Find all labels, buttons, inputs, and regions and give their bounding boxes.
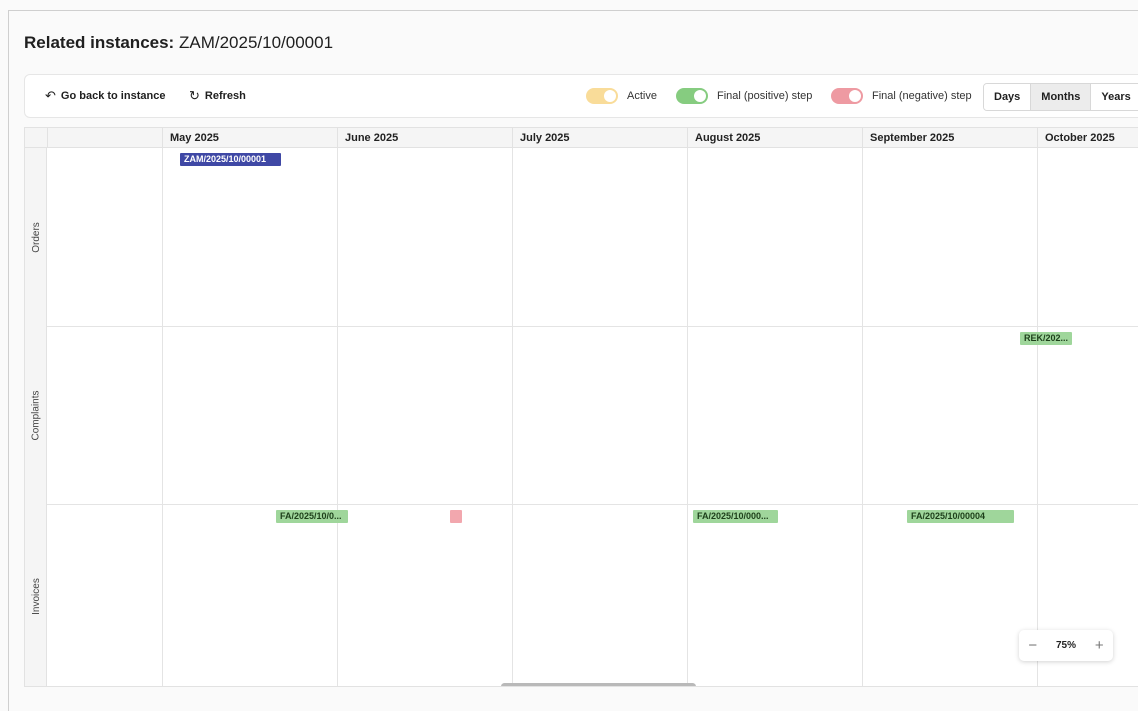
go-back-button[interactable]: ↶ Go back to instance xyxy=(45,75,165,117)
grid-line xyxy=(862,148,863,686)
page-title: Related instances: ZAM/2025/10/00001 xyxy=(24,33,333,53)
refresh-button[interactable]: ↻ Refresh xyxy=(189,75,246,117)
row-divider xyxy=(47,504,1138,505)
positive-toggle[interactable] xyxy=(676,88,708,104)
zoom-control: − 75% + xyxy=(1019,630,1113,661)
timeline-grid: May 2025 June 2025 July 2025 August 2025… xyxy=(24,127,1138,687)
month-july-2025: July 2025 xyxy=(512,128,687,148)
view-days-button[interactable]: Days xyxy=(984,84,1031,110)
order-bar[interactable]: ZAM/2025/10/00001 xyxy=(180,153,281,166)
legend-positive-label: Final (positive) step xyxy=(717,90,813,102)
legend-positive: Final (positive) step xyxy=(676,75,812,117)
negative-toggle[interactable] xyxy=(831,88,863,104)
grid-line xyxy=(1037,148,1038,686)
legend-active-label: Active xyxy=(627,90,657,102)
complaint-bar[interactable]: REK/202... xyxy=(1020,332,1072,345)
row-label-orders: Orders xyxy=(30,221,42,253)
zoom-level: 75% xyxy=(1055,640,1076,651)
invoice-bar[interactable] xyxy=(450,510,462,523)
zoom-in-button[interactable]: + xyxy=(1095,637,1104,654)
page-title-instance: ZAM/2025/10/00001 xyxy=(178,33,334,52)
grid-line xyxy=(512,148,513,686)
grid-line xyxy=(162,148,163,686)
timeline-header: May 2025 June 2025 July 2025 August 2025… xyxy=(25,128,1138,148)
go-back-label: Go back to instance xyxy=(60,90,166,102)
legend-negative: Final (negative) step xyxy=(831,75,972,117)
month-august-2025: August 2025 xyxy=(687,128,862,148)
row-label-complaints: Complaints xyxy=(30,389,42,441)
month-may-2025: May 2025 xyxy=(162,128,337,148)
view-months-button[interactable]: Months xyxy=(1030,84,1091,110)
view-switcher: Days Months Years xyxy=(983,83,1138,111)
invoice-bar[interactable]: FA/2025/10/0... xyxy=(276,510,348,523)
toolbar: ↶ Go back to instance ↻ Refresh Active F… xyxy=(24,74,1138,118)
page-title-label: Related instances: xyxy=(24,33,175,52)
refresh-label: Refresh xyxy=(204,90,246,102)
row-divider xyxy=(47,326,1138,327)
row-labels: Orders Complaints Invoices xyxy=(25,148,47,686)
month-october-2025: October 2025 xyxy=(1037,128,1138,148)
view-years-button[interactable]: Years xyxy=(1090,84,1138,110)
legend-negative-label: Final (negative) step xyxy=(872,90,972,102)
header-row-label-column xyxy=(47,128,162,148)
legend-active: Active xyxy=(586,75,657,117)
undo-arrow-icon: ↶ xyxy=(45,88,56,103)
active-toggle[interactable] xyxy=(586,88,618,104)
header-corner xyxy=(25,128,47,148)
zoom-out-button[interactable]: − xyxy=(1028,637,1037,654)
horizontal-scrollbar[interactable] xyxy=(501,683,696,686)
invoice-bar[interactable]: FA/2025/10/000... xyxy=(693,510,778,523)
month-june-2025: June 2025 xyxy=(337,128,512,148)
grid-line xyxy=(687,148,688,686)
grid-line xyxy=(337,148,338,686)
row-label-invoices: Invoices xyxy=(30,577,42,615)
invoice-bar[interactable]: FA/2025/10/00004 xyxy=(907,510,1014,523)
refresh-icon: ↻ xyxy=(189,88,200,103)
month-september-2025: September 2025 xyxy=(862,128,1037,148)
